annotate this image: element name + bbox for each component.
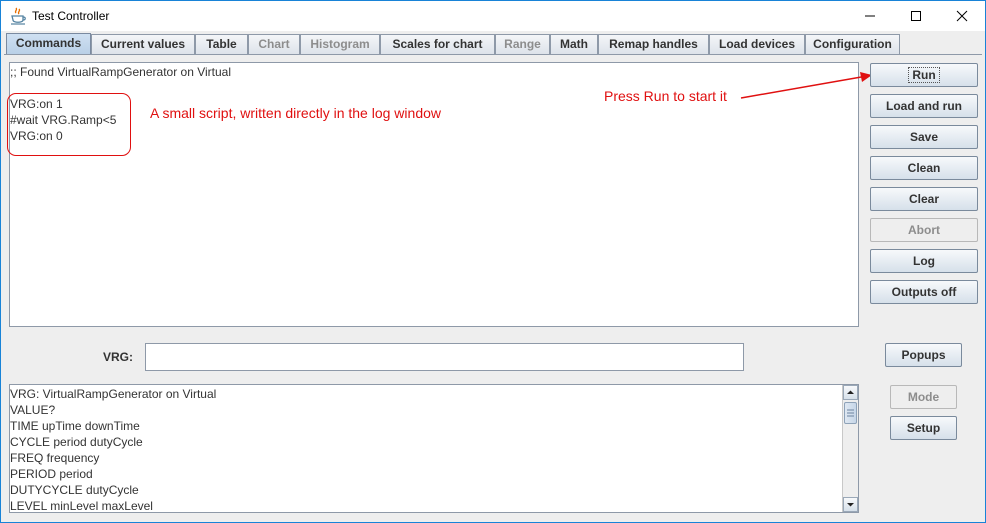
load-and-run-label: Load and run [886,99,962,113]
arrow-to-run-icon [740,72,872,99]
scrollbar-thumb[interactable] [844,402,857,424]
tab-label: Commands [15,36,82,50]
list-item[interactable]: PERIOD period [10,467,93,481]
tab-range: Range [495,34,550,54]
list-item[interactable]: VRG: VirtualRampGenerator on Virtual [10,387,216,401]
log-line: ;; Found VirtualRampGenerator on Virtual [10,65,232,79]
tab-load-devices[interactable]: Load devices [709,34,805,54]
java-app-icon [11,7,26,25]
tab-label: Load devices [718,37,796,51]
popups-button[interactable]: Popups [885,343,962,367]
device-command-input[interactable] [145,343,744,371]
list-item[interactable]: VALUE? [10,403,55,417]
close-button[interactable] [939,1,985,31]
mode-button: Mode [890,385,957,409]
minimize-icon [865,15,875,17]
save-button[interactable]: Save [870,125,978,149]
clear-button[interactable]: Clear [870,187,978,211]
outputs-off-label: Outputs off [891,285,957,299]
chevron-down-icon [847,503,854,507]
tab-bar: Commands Current values Table Chart Hist… [4,33,984,55]
setup-button[interactable]: Setup [890,416,957,440]
title-bar: Test Controller [1,1,985,31]
minimize-button[interactable] [847,1,893,31]
abort-button: Abort [870,218,978,242]
script-highlight-box [7,93,131,156]
tab-current-values[interactable]: Current values [91,34,195,54]
list-item[interactable]: DUTYCYCLE dutyCycle [10,483,139,497]
tab-label: Chart [258,37,290,51]
device-help-list[interactable]: VRG: VirtualRampGenerator on Virtual VAL… [9,384,859,513]
list-item[interactable]: LEVEL minLevel maxLevel [10,499,153,512]
load-and-run-button[interactable]: Load and run [870,94,978,118]
mode-label: Mode [907,390,940,404]
device-label: VRG: [103,350,133,364]
abort-label: Abort [908,223,940,237]
clear-label: Clear [908,192,940,206]
tab-configuration[interactable]: Configuration [805,34,900,54]
tab-math[interactable]: Math [550,34,598,54]
tab-label: Table [206,37,237,51]
tab-underline [4,54,982,55]
tab-label: Math [560,37,588,51]
tab-table[interactable]: Table [195,34,248,54]
tab-label: Current values [100,37,186,51]
script-annotation: A small script, written directly in the … [150,105,441,121]
log-label: Log [913,254,935,268]
outputs-off-button[interactable]: Outputs off [870,280,978,304]
tab-label: Range [504,37,541,51]
setup-label: Setup [906,421,941,435]
tab-label: Configuration [813,37,892,51]
run-label: Run [908,67,940,83]
tab-commands[interactable]: Commands [6,33,91,55]
grip-icon [847,409,854,417]
vertical-scrollbar[interactable] [842,385,858,512]
tab-label: Remap handles [609,37,698,51]
log-text-area[interactable]: ;; Found VirtualRampGenerator on Virtual… [9,62,859,327]
window-title: Test Controller [32,9,110,23]
run-button[interactable]: Run [870,63,978,87]
save-label: Save [909,130,939,144]
test-controller-window: Test Controller Commands Current values … [0,0,986,523]
tab-label: Scales for chart [392,37,483,51]
tab-label: Histogram [310,37,370,51]
chevron-up-icon [847,390,854,394]
clean-button[interactable]: Clean [870,156,978,180]
scroll-up-button[interactable] [843,385,858,400]
maximize-button[interactable] [893,1,939,31]
clean-label: Clean [907,161,941,175]
tab-histogram: Histogram [300,34,380,54]
tab-remap-handles[interactable]: Remap handles [598,34,709,54]
tab-scales-for-chart[interactable]: Scales for chart [380,34,495,54]
close-icon [956,10,968,22]
popups-label: Popups [901,348,946,362]
run-annotation: Press Run to start it [604,88,727,104]
list-item[interactable]: CYCLE period dutyCycle [10,435,143,449]
maximize-icon [911,11,921,21]
scroll-down-button[interactable] [843,497,858,512]
list-item[interactable]: TIME upTime downTime [10,419,140,433]
log-button[interactable]: Log [870,249,978,273]
tab-chart: Chart [248,34,300,54]
list-item[interactable]: FREQ frequency [10,451,99,465]
